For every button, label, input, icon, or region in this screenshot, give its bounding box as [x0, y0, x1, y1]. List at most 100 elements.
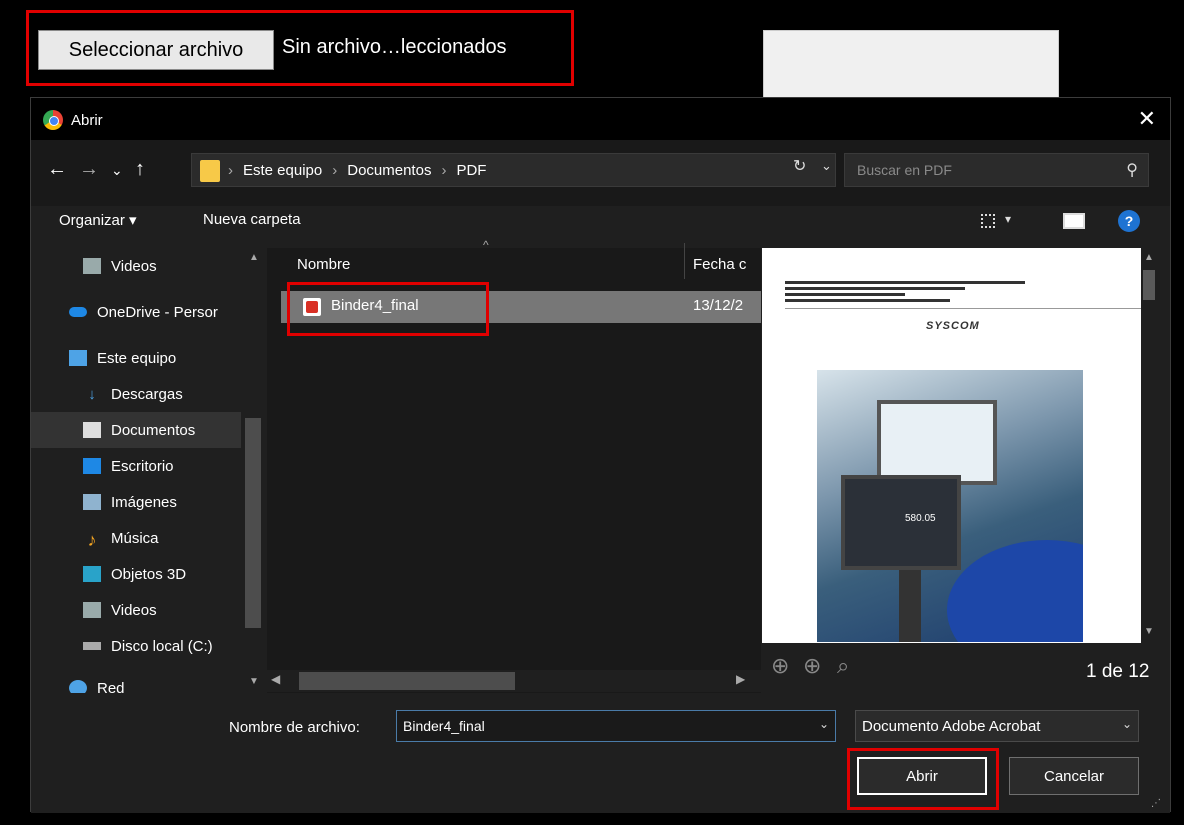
filetype-select[interactable]: Documento Adobe Acrobat ⌄	[855, 710, 1139, 742]
sidebar-item-label: Videos	[111, 257, 157, 275]
search-placeholder: Buscar en PDF	[857, 162, 952, 178]
sidebar-item-videos-2[interactable]: Videos	[31, 592, 241, 628]
search-input[interactable]: Buscar en PDF ⚲	[844, 153, 1149, 187]
preview-email-header	[785, 281, 1085, 305]
video-folder-icon	[83, 258, 101, 274]
breadcrumb: › Este equipo › Documentos › PDF	[228, 162, 486, 179]
3d-objects-icon	[83, 566, 101, 582]
chrome-icon	[43, 110, 63, 130]
computer-icon	[69, 350, 87, 366]
help-icon[interactable]: ?	[1118, 210, 1140, 232]
up-arrow-icon[interactable]: ↑	[135, 158, 145, 181]
dialog-toolbar	[31, 206, 1170, 248]
column-divider[interactable]	[684, 243, 685, 279]
back-arrow-icon[interactable]: ←	[47, 158, 67, 181]
download-icon: ↓	[88, 386, 96, 403]
scroll-left-icon[interactable]: ◀	[271, 672, 280, 686]
filename-field[interactable]: Binder4_final ⌄	[396, 710, 836, 742]
refresh-icon[interactable]: ↻	[793, 156, 806, 176]
file-input-status: Sin archivo…leccionados	[282, 36, 507, 58]
organize-menu-button[interactable]: Organizar ▾	[59, 211, 137, 229]
dialog-title: Abrir	[71, 112, 103, 129]
sidebar-item-label: Imágenes	[111, 493, 177, 511]
select-file-button[interactable]: Seleccionar archivo	[38, 30, 274, 70]
documents-icon	[83, 422, 101, 438]
preview-photo: 580.05	[817, 370, 1083, 642]
sidebar-scroll-up-icon[interactable]: ▲	[249, 252, 259, 263]
address-bar[interactable]: › Este equipo › Documentos › PDF	[191, 153, 836, 187]
preview-scroll-up-icon[interactable]: ▲	[1144, 252, 1154, 263]
sidebar-item-onedrive[interactable]: OneDrive - Persor	[31, 294, 241, 330]
preview-scroll-down-icon[interactable]: ▼	[1144, 626, 1154, 637]
filename-value: Binder4_final	[403, 718, 485, 734]
sidebar-item-musica[interactable]: ♪ Música	[31, 520, 241, 556]
preview-swoosh	[947, 540, 1083, 642]
preview-display-screen: 580.05	[841, 475, 961, 570]
sidebar-item-descargas[interactable]: ↓ Descargas	[31, 376, 241, 412]
video-folder-icon	[83, 602, 101, 618]
music-icon: ♪	[87, 530, 97, 550]
forward-arrow-icon[interactable]: →	[79, 158, 99, 181]
resize-grip-icon[interactable]: ⋰	[1151, 798, 1161, 809]
filetype-value: Documento Adobe Acrobat	[862, 718, 1041, 735]
sidebar-item-label: Escritorio	[111, 457, 174, 475]
column-header-date[interactable]: Fecha c	[693, 256, 746, 273]
dialog-titlebar: Abrir ✕	[31, 98, 1170, 140]
sidebar-item-documentos[interactable]: Documentos	[31, 412, 241, 448]
sort-ascending-icon: ^	[483, 238, 489, 252]
sidebar-item-label: Disco local (C:)	[111, 637, 213, 655]
desktop-icon	[83, 458, 101, 474]
preview-stand	[899, 566, 921, 642]
blank-panel	[763, 30, 1059, 98]
folder-icon	[200, 160, 220, 182]
preview-pane-icon[interactable]	[1063, 213, 1085, 229]
preview-scrollbar-thumb[interactable]	[1143, 270, 1155, 300]
recent-locations-chevron-icon[interactable]: ⌄	[111, 162, 123, 179]
view-options-icon[interactable]	[981, 214, 995, 228]
network-icon	[69, 680, 87, 693]
breadcrumb-separator: ›	[228, 162, 233, 179]
address-dropdown-icon[interactable]: ⌄	[821, 158, 832, 174]
file-date: 13/12/2	[693, 297, 744, 314]
find-in-document-icon[interactable]: ⌕	[837, 653, 849, 679]
next-page-icon[interactable]: ⊕	[803, 653, 821, 679]
sidebar-item-label: OneDrive - Persor	[97, 303, 218, 321]
sidebar-item-disco-local[interactable]: Disco local (C:)	[31, 628, 241, 664]
breadcrumb-documentos[interactable]: Documentos	[347, 162, 431, 179]
sidebar-scrollbar-thumb[interactable]	[245, 418, 261, 628]
navigation-pane: Videos OneDrive - Persor Este equipo ↓ D…	[31, 248, 267, 693]
open-button-highlight	[847, 748, 999, 810]
preview-screen-value: 580.05	[905, 513, 936, 524]
sidebar-item-este-equipo[interactable]: Este equipo	[31, 340, 241, 376]
sidebar-item-videos[interactable]: Videos	[31, 248, 241, 284]
search-icon[interactable]: ⚲	[1126, 160, 1138, 180]
sidebar-scroll-down-icon[interactable]: ▼	[249, 676, 259, 687]
horizontal-scrollbar-thumb[interactable]	[299, 672, 515, 690]
sidebar-item-imagenes[interactable]: Imágenes	[31, 484, 241, 520]
close-icon[interactable]: ✕	[1138, 106, 1156, 132]
breadcrumb-separator: ›	[441, 162, 447, 179]
preview-divider	[785, 308, 1141, 309]
chevron-down-icon[interactable]: ⌄	[819, 717, 829, 731]
sidebar-item-label: Música	[111, 529, 159, 547]
new-folder-button[interactable]: Nueva carpeta	[203, 211, 301, 228]
column-header-name[interactable]: Nombre	[297, 256, 350, 273]
previous-page-icon[interactable]: ⊕	[771, 653, 789, 679]
view-dropdown-icon[interactable]: ▾	[1005, 212, 1011, 226]
sidebar-item-label: Objetos 3D	[111, 565, 187, 583]
sidebar-item-red[interactable]: Red	[31, 670, 241, 693]
open-file-dialog: Abrir ✕ ← → ⌄ ↑ › Este equipo › Document…	[30, 97, 1171, 813]
sidebar-item-escritorio[interactable]: Escritorio	[31, 448, 241, 484]
breadcrumb-este-equipo[interactable]: Este equipo	[243, 162, 322, 179]
chevron-down-icon[interactable]: ⌄	[1122, 717, 1132, 731]
drive-icon	[83, 642, 101, 650]
scroll-right-icon[interactable]: ▶	[736, 672, 745, 686]
sidebar-item-objetos-3d[interactable]: Objetos 3D	[31, 556, 241, 592]
preview-scrollbar[interactable]	[1141, 248, 1157, 643]
breadcrumb-pdf[interactable]: PDF	[456, 162, 486, 179]
breadcrumb-separator: ›	[332, 162, 338, 179]
preview-wall-screen	[877, 400, 997, 485]
cancel-button[interactable]: Cancelar	[1009, 757, 1139, 795]
onedrive-icon	[69, 307, 87, 317]
sidebar-item-label: Descargas	[111, 385, 183, 403]
